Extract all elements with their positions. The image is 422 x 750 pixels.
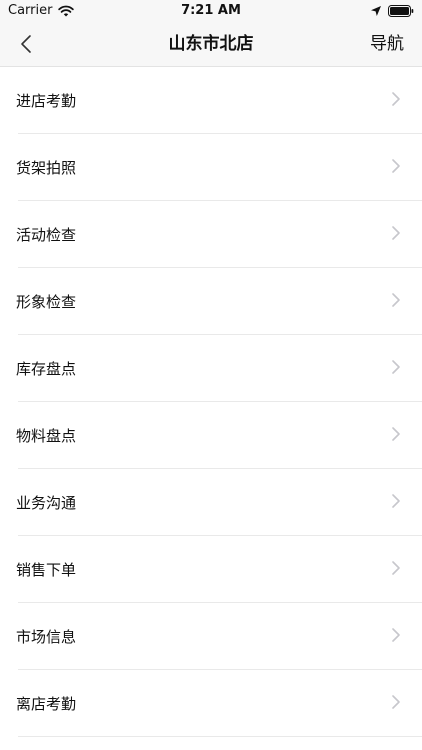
menu-item-label: 库存盘点 — [16, 360, 77, 378]
chevron-right-icon — [392, 292, 400, 311]
menu-item-checkout[interactable]: 离店考勤 — [0, 670, 422, 737]
menu-item-label: 进店考勤 — [16, 92, 77, 110]
menu-item-checkin[interactable]: 进店考勤 — [0, 67, 422, 134]
chevron-right-icon — [392, 426, 400, 445]
status-right-icons — [370, 5, 414, 17]
menu-item-material-count[interactable]: 物料盘点 — [0, 402, 422, 469]
menu-item-label: 销售下单 — [16, 561, 77, 579]
menu-item-label: 货架拍照 — [16, 159, 77, 177]
chevron-right-icon — [392, 694, 400, 713]
menu-item-label: 物料盘点 — [16, 427, 77, 445]
menu-item-sales-order[interactable]: 销售下单 — [0, 536, 422, 603]
location-arrow-icon — [371, 6, 381, 16]
chevron-right-icon — [392, 359, 400, 378]
navigate-button[interactable]: 导航 — [370, 22, 404, 66]
menu-item-image-check[interactable]: 形象检查 — [0, 268, 422, 335]
page-title: 山东市北店 — [168, 34, 254, 54]
menu-item-label: 离店考勤 — [16, 695, 77, 713]
chevron-right-icon — [392, 493, 400, 512]
chevron-right-icon — [392, 158, 400, 177]
menu-item-inventory-count[interactable]: 库存盘点 — [0, 335, 422, 402]
menu-item-label: 业务沟通 — [16, 494, 77, 512]
menu-item-label: 市场信息 — [16, 628, 77, 646]
menu-item-business-communication[interactable]: 业务沟通 — [0, 469, 422, 536]
chevron-right-icon — [392, 560, 400, 579]
menu-item-activity-check[interactable]: 活动检查 — [0, 201, 422, 268]
menu-list: 进店考勤 货架拍照 活动检查 形象检查 库存盘点 物料盘点 业务沟通 销售下单 … — [0, 67, 422, 737]
chevron-right-icon — [392, 91, 400, 110]
chevron-right-icon — [392, 225, 400, 244]
navigation-bar: 山东市北店 导航 — [0, 22, 422, 67]
chevron-right-icon — [392, 627, 400, 646]
status-time: 7:21 AM — [181, 3, 241, 18]
menu-item-market-info[interactable]: 市场信息 — [0, 603, 422, 670]
status-bar: Carrier 7:21 AM — [0, 0, 422, 22]
battery-icon — [388, 5, 414, 17]
menu-item-shelf-photo[interactable]: 货架拍照 — [0, 134, 422, 201]
menu-item-label: 形象检查 — [16, 293, 77, 311]
menu-item-label: 活动检查 — [16, 226, 77, 244]
